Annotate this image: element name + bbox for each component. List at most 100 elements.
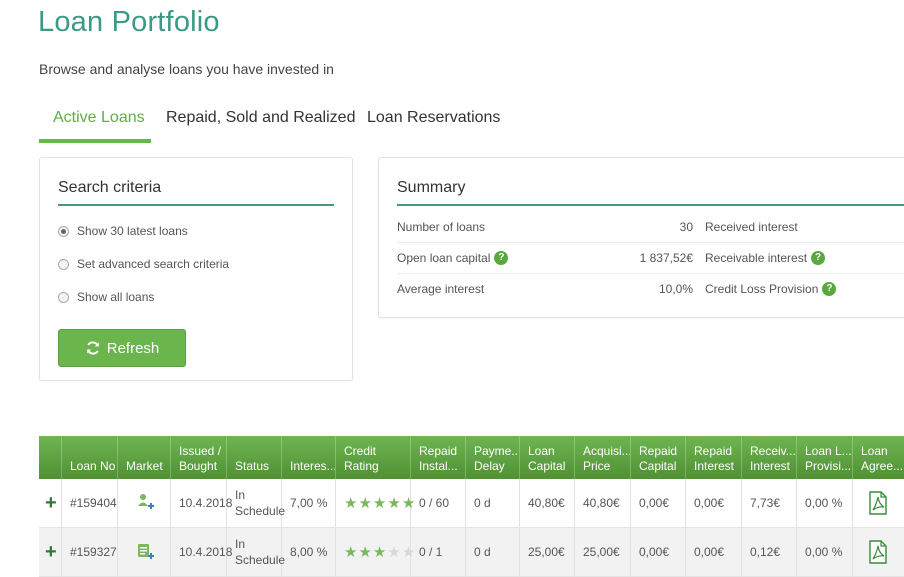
user-plus-icon[interactable] bbox=[136, 493, 156, 513]
header-divider bbox=[226, 436, 227, 479]
cell-divider bbox=[852, 479, 853, 527]
header-divider bbox=[852, 436, 853, 479]
column-header-loan-no[interactable]: Loan No bbox=[70, 459, 117, 474]
summary-value: 30 bbox=[679, 220, 693, 234]
column-header-text: Price bbox=[583, 459, 611, 473]
list-plus-icon[interactable] bbox=[136, 542, 156, 562]
summary-row-average-interest: Average interest 10,0% Credit Loss Provi… bbox=[397, 274, 904, 304]
expand-row-icon[interactable]: + bbox=[45, 479, 57, 527]
column-header-text: Loan bbox=[861, 444, 888, 458]
summary-right-label: Received interest bbox=[705, 220, 798, 234]
table-row[interactable]: + #159404 10.4.2018 7,00 % 0 / 60 0 d 40,80€ 40… bbox=[39, 479, 904, 528]
option-show-30-latest[interactable]: Show 30 latest loans bbox=[58, 224, 188, 238]
star-filled-icon: ★ bbox=[344, 495, 358, 512]
cell-divider bbox=[519, 528, 520, 576]
cell-divider bbox=[335, 528, 336, 576]
refresh-button[interactable]: Refresh bbox=[58, 329, 186, 367]
help-icon[interactable]: ? bbox=[494, 251, 509, 265]
help-icon[interactable]: ? bbox=[822, 282, 837, 296]
tab-active-loans[interactable]: Active Loans bbox=[53, 109, 145, 127]
column-header-text: Interes... bbox=[290, 459, 335, 473]
column-header-receivable-interest[interactable]: Receiv... Interest bbox=[750, 444, 796, 474]
radio-icon[interactable] bbox=[58, 258, 69, 270]
column-header-repaid-interest[interactable]: Repaid Interest bbox=[694, 444, 741, 474]
cell-loan-no: #159327 bbox=[70, 545, 117, 559]
summary-label: Number of loans bbox=[397, 220, 486, 234]
cell-rating: ★ ★ ★ ★ ★ bbox=[344, 479, 415, 527]
column-header-text: Issued / bbox=[179, 444, 222, 458]
cell-divider bbox=[685, 479, 686, 527]
column-header-loan-capital[interactable]: Loan Capital bbox=[528, 444, 574, 474]
cell-divider bbox=[117, 479, 118, 527]
cell-status: In Schedule bbox=[235, 528, 285, 576]
option-advanced-search[interactable]: Set advanced search criteria bbox=[58, 257, 229, 271]
help-icon[interactable]: ? bbox=[811, 251, 826, 265]
cell-divider bbox=[61, 479, 62, 527]
tab-repaid-sold-realized[interactable]: Repaid, Sold and Realized bbox=[166, 109, 355, 127]
option-label: Show all loans bbox=[77, 290, 155, 304]
star-empty-icon: ★ bbox=[401, 544, 416, 561]
cell-divider bbox=[852, 528, 853, 576]
star-filled-icon: ★ bbox=[387, 495, 401, 512]
column-header-text: Loan bbox=[528, 444, 555, 458]
cell-repaid-capital: 0,00€ bbox=[639, 545, 670, 559]
cell-payment-delay: 0 d bbox=[474, 496, 491, 510]
column-header-text: Agree... bbox=[861, 459, 904, 473]
cell-divider bbox=[465, 528, 466, 576]
pdf-icon[interactable] bbox=[868, 491, 888, 515]
header-divider bbox=[519, 436, 520, 479]
column-header-text: Repaid bbox=[419, 444, 458, 458]
status-text: Schedule bbox=[235, 553, 286, 567]
table-body: + #159404 10.4.2018 7,00 % 0 / 60 0 d 40,80€ 40… bbox=[39, 479, 904, 577]
column-header-repaid-inst[interactable]: Repaid Instal... bbox=[419, 444, 465, 474]
expand-row-icon[interactable]: + bbox=[45, 528, 57, 576]
table-row[interactable]: + #159327 10.4.2018 8,00 % 0 / 1 0 d 25,00€ 25,… bbox=[39, 528, 904, 577]
column-header-text: Provisi... bbox=[805, 459, 852, 473]
pdf-icon[interactable] bbox=[868, 540, 888, 564]
cell-status: In Schedule bbox=[235, 479, 285, 527]
column-header-rating[interactable]: Credit Rating bbox=[344, 444, 410, 474]
star-filled-icon: ★ bbox=[344, 544, 358, 561]
cell-acq-price: 25,00€ bbox=[583, 545, 620, 559]
cell-agreement bbox=[868, 528, 888, 576]
column-header-market[interactable]: Market bbox=[126, 459, 170, 474]
column-header-loan-loss[interactable]: Loan L... Provisi... bbox=[805, 444, 852, 474]
summary-rule bbox=[397, 204, 904, 206]
header-divider bbox=[465, 436, 466, 479]
radio-icon[interactable] bbox=[58, 291, 69, 303]
column-header-agreement[interactable]: Loan Agree... bbox=[861, 444, 904, 474]
status-text: In bbox=[235, 488, 246, 502]
search-criteria-title: Search criteria bbox=[58, 179, 162, 196]
column-header-repaid-capital[interactable]: Repaid Capital bbox=[639, 444, 685, 474]
column-header-text: Interest bbox=[750, 459, 791, 473]
column-header-acq-price[interactable]: Acquisi... Price bbox=[583, 444, 630, 474]
cell-divider bbox=[685, 528, 686, 576]
cell-divider bbox=[519, 479, 520, 527]
cell-interest: 7,00 % bbox=[290, 496, 328, 510]
column-header-issued[interactable]: Issued / Bought bbox=[179, 444, 226, 474]
cell-divider bbox=[170, 528, 171, 576]
star-filled-icon: ★ bbox=[358, 495, 372, 512]
tab-loan-reservations[interactable]: Loan Reservations bbox=[367, 109, 500, 127]
star-filled-icon: ★ bbox=[372, 544, 387, 561]
page-title: Loan Portfolio bbox=[38, 6, 220, 38]
summary-row-open-loan-capital: Open loan capital ? 1 837,52€ Receivable… bbox=[397, 243, 904, 274]
column-header-status[interactable]: Status bbox=[235, 459, 281, 474]
column-header-payment-delay[interactable]: Payme... Delay bbox=[474, 444, 519, 474]
cell-loan-loss: 0,00 % bbox=[805, 496, 843, 510]
cell-repaid-inst: 0 / 60 bbox=[419, 496, 450, 510]
cell-divider bbox=[574, 528, 575, 576]
active-tab-indicator bbox=[39, 139, 151, 143]
cell-divider bbox=[170, 479, 171, 527]
tab-bar: Active Loans Repaid, Sold and Realized L… bbox=[39, 103, 539, 145]
column-header-text: Rating bbox=[344, 459, 379, 473]
radio-checked-icon[interactable] bbox=[58, 225, 69, 237]
column-header-interest[interactable]: Interes... bbox=[290, 459, 335, 474]
column-header-text: Receiv... bbox=[750, 444, 796, 458]
cell-agreement bbox=[868, 479, 888, 527]
loans-table: Loan No Market Issued / Bought Status Interes… bbox=[39, 436, 904, 577]
option-show-all[interactable]: Show all loans bbox=[58, 290, 154, 304]
cell-issued: 10.4.2018 bbox=[179, 545, 233, 559]
summary-right-label: Receivable interest bbox=[705, 251, 808, 265]
star-filled-icon: ★ bbox=[358, 544, 372, 561]
